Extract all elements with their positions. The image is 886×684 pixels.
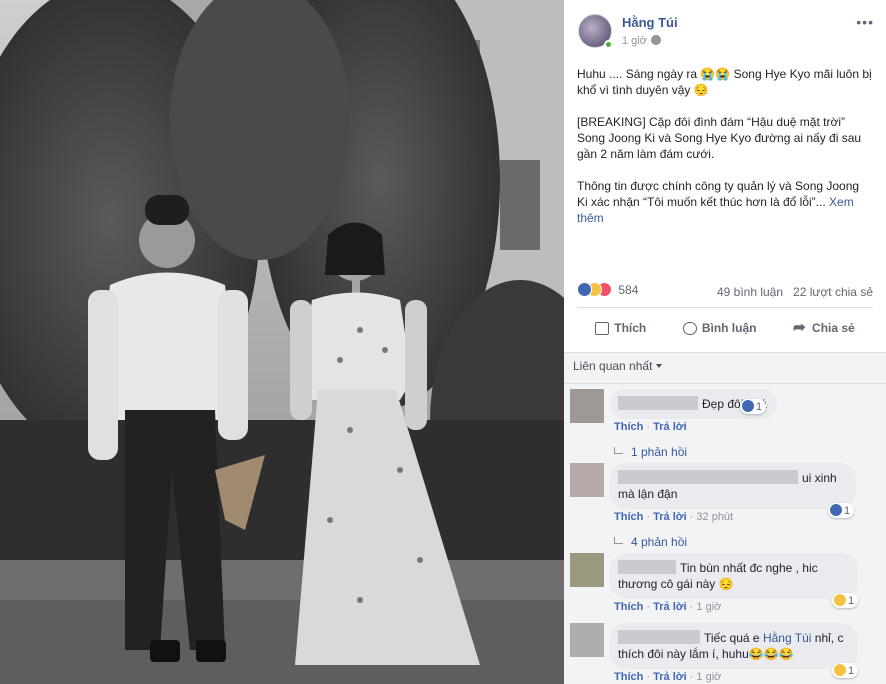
reply-arrow-icon <box>614 537 623 544</box>
commenter-avatar[interactable] <box>570 389 604 423</box>
comment-time[interactable]: 1 giờ <box>696 601 721 613</box>
comment-text-start: Tiếc quá e <box>704 631 760 645</box>
comments-section: Liên quan nhất Đẹp đôi quá 1 Thích · Trả… <box>564 352 886 684</box>
thumbs-up-icon <box>595 321 610 335</box>
comment-reaction-badge[interactable]: 1 <box>740 399 767 414</box>
post-paragraph: Huhu .... Sáng ngày ra 😭😭 Song Hye Kyo m… <box>577 67 872 97</box>
reply-arrow-icon <box>614 447 623 454</box>
comment-meta: Thích · Trả lời · 32 phút <box>614 511 734 523</box>
post-paragraph: [BREAKING] Cặp đôi đình đám “Hậu duệ mặt… <box>577 115 862 161</box>
comment-like-link[interactable]: Thích <box>614 421 643 433</box>
view-replies-link[interactable]: 1 phản hồi <box>614 445 687 459</box>
comment-meta: Thích · Trả lời · 1 giờ <box>614 671 722 683</box>
reaction-count[interactable]: 584 <box>618 283 638 297</box>
comment-meta: Thích · Trả lời · 1 giờ <box>614 601 722 613</box>
replies-count: 4 phản hồi <box>631 535 688 549</box>
mention-link[interactable]: Hằng Túi <box>763 631 811 645</box>
comment-time[interactable]: 1 giờ <box>696 671 721 683</box>
comment-like-link[interactable]: Thích <box>614 511 643 523</box>
comment-time[interactable]: 32 phút <box>696 511 733 523</box>
comment-reply-link[interactable]: Trả lời <box>653 601 687 613</box>
comment-sort-dropdown[interactable]: Liên quan nhất <box>573 359 663 373</box>
shares-count[interactable]: 22 lượt chia sẻ <box>793 285 873 299</box>
comment-button-label: Bình luận <box>701 321 757 335</box>
comment-icon <box>682 321 697 335</box>
blurred-commenter-name <box>618 630 700 644</box>
share-button[interactable]: Chia sẻ <box>793 318 855 336</box>
comments-count[interactable]: 49 bình luận <box>717 285 783 299</box>
globe-icon <box>650 35 661 45</box>
post-paragraph: Thông tin được chính công ty quản lý và … <box>577 178 873 226</box>
share-icon <box>793 318 807 336</box>
divider <box>577 307 873 308</box>
comment-reply-link[interactable]: Trả lời <box>653 421 687 433</box>
comment-reaction-count: 1 <box>756 401 763 413</box>
comment-reaction-badge[interactable]: 1 <box>828 503 855 518</box>
comment-reaction-count: 1 <box>848 595 855 607</box>
photo-viewer: Hằng Túi 1 giờ ••• Huhu .... Sáng ngày r… <box>0 0 886 684</box>
divider <box>564 383 886 384</box>
replies-count: 1 phản hồi <box>631 445 688 459</box>
post-actions: Thích Bình luận Chia sẻ <box>577 312 873 344</box>
engagement-counts: 49 bình luận 22 lượt chia sẻ <box>717 285 873 299</box>
chevron-down-icon <box>656 364 663 368</box>
post-photo[interactable] <box>0 0 564 684</box>
author-name[interactable]: Hằng Túi <box>622 15 678 30</box>
post-paragraph-text: Thông tin được chính công ty quản lý và … <box>577 179 860 209</box>
reaction-summary: 584 49 bình luận 22 lượt chia sẻ <box>577 282 873 300</box>
post-sidebar: Hằng Túi 1 giờ ••• Huhu .... Sáng ngày r… <box>564 0 886 684</box>
blurred-commenter-name <box>618 396 698 410</box>
comment-text: Tin bùn nhất đc nghe , hic <box>680 561 818 575</box>
comment-button[interactable]: Bình luận <box>682 321 757 335</box>
post-header: Hằng Túi 1 giờ ••• <box>578 12 876 54</box>
haha-reaction-icon <box>834 664 846 676</box>
commenter-avatar[interactable] <box>570 463 604 497</box>
like-reaction-icon <box>742 400 754 412</box>
view-replies-link[interactable]: 4 phản hồi <box>614 535 687 549</box>
post-timestamp[interactable]: 1 giờ <box>622 35 661 47</box>
post-body: Huhu .... Sáng ngày ra 😭😭 Song Hye Kyo m… <box>577 66 873 242</box>
comment-text-continued: thích đôi này lắm í, huhu😂😂😂 <box>618 647 794 661</box>
comment-reaction-badge[interactable]: 1 <box>832 593 859 608</box>
comment-bubble: ui xinh mà lận đận <box>610 463 856 509</box>
like-button-label: Thích <box>614 321 647 335</box>
like-reaction-icon <box>830 504 842 516</box>
comment-bubble: Tiếc quá e Hằng Túi nhỉ, c thích đôi này … <box>610 623 858 669</box>
comment-reply-link[interactable]: Trả lời <box>653 671 687 683</box>
comment-text: nhỉ, c <box>814 631 844 645</box>
comment-reaction-badge[interactable]: 1 <box>832 663 859 678</box>
comment-like-link[interactable]: Thích <box>614 601 643 613</box>
comment-meta: Thích · Trả lời <box>614 421 687 433</box>
comment-bubble: Tin bùn nhất đc nghe , hic thương cô gái … <box>610 553 858 599</box>
haha-reaction-icon <box>834 594 846 606</box>
reaction-icons[interactable] <box>577 282 612 298</box>
post-time-text: 1 giờ <box>622 35 647 47</box>
comment-like-link[interactable]: Thích <box>614 671 643 683</box>
comment-reaction-count: 1 <box>848 665 855 677</box>
comment-text: mà lận đận <box>618 487 678 501</box>
online-status-indicator <box>604 40 613 49</box>
share-button-label: Chia sẻ <box>812 321 855 335</box>
comment-text-continued: thương cô gái này 😔 <box>618 577 734 591</box>
comment-reply-link[interactable]: Trả lời <box>653 511 687 523</box>
comment-sort-label: Liên quan nhất <box>573 359 653 373</box>
commenter-avatar[interactable] <box>570 623 604 657</box>
blurred-commenter-name <box>618 560 676 574</box>
commenter-avatar[interactable] <box>570 553 604 587</box>
like-button[interactable]: Thích <box>595 321 646 335</box>
blurred-commenter-name <box>618 470 798 484</box>
more-options-button[interactable]: ••• <box>856 14 874 30</box>
comment-reaction-count: 1 <box>844 505 851 517</box>
comment-text-start: ui xinh <box>802 471 837 485</box>
wedding-photo-image <box>0 0 564 684</box>
